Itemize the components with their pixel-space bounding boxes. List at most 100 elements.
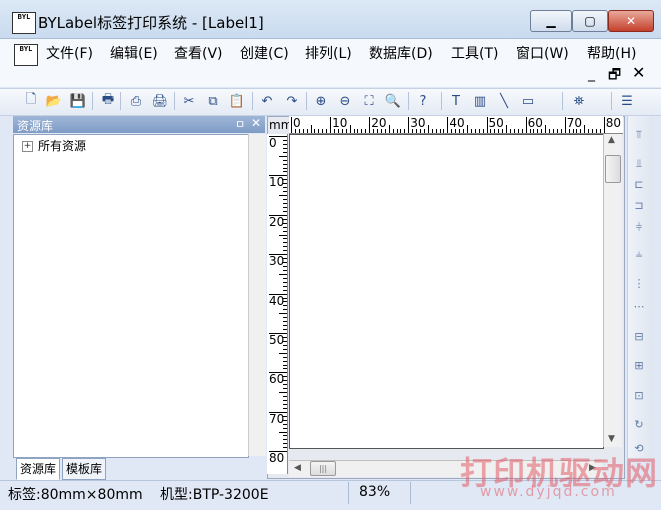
center-v-icon[interactable]: ⊟	[630, 328, 648, 346]
zoom-out-icon[interactable]: ⊖	[336, 92, 354, 110]
print-icon[interactable]: 🖶	[99, 92, 117, 110]
menu-create[interactable]: 创建(C)	[238, 43, 291, 63]
help-icon[interactable]: ?	[414, 92, 432, 110]
ruler-tick	[279, 234, 287, 236]
undo-icon[interactable]: ↶	[258, 92, 276, 110]
barcode-tool-icon[interactable]: ▥	[471, 92, 489, 110]
align-right-icon[interactable]: ⊐	[630, 197, 648, 215]
watermark-url: www.dyjqd.com	[480, 484, 617, 500]
close-button[interactable]: ✕	[608, 10, 654, 32]
ruler-tick	[439, 129, 441, 133]
rotate-icon[interactable]: ↻	[630, 416, 648, 434]
status-separator	[410, 482, 411, 504]
scroll-left-arrow-icon[interactable]: ◀	[294, 463, 301, 473]
rectangle-tool-icon[interactable]: ▭	[519, 92, 537, 110]
menu-help[interactable]: 帮助(H)	[585, 43, 638, 63]
ruler-tick	[556, 129, 558, 133]
align-center-icon[interactable]: ⫩	[630, 219, 648, 237]
ruler-tick	[506, 125, 508, 133]
ruler-tick	[525, 117, 527, 133]
align-middle-icon[interactable]: ⫫	[630, 155, 648, 173]
vertical-scroll-thumb[interactable]	[605, 155, 621, 183]
tree-expand-icon[interactable]: +	[22, 141, 33, 152]
cut-icon[interactable]: ✂	[180, 92, 198, 110]
document-minimize-button[interactable]: _	[588, 66, 595, 82]
ruler-tick	[283, 368, 287, 370]
zoom-in-icon[interactable]: ⊕	[312, 92, 330, 110]
pin-icon[interactable]: ㅁ	[235, 116, 245, 132]
tab-template-library[interactable]: 模板库	[62, 458, 107, 480]
minimize-button[interactable]: ▁	[530, 10, 572, 32]
distribute-v-icon[interactable]: ⋮	[630, 275, 648, 293]
resource-tree[interactable]: + 所有资源	[13, 134, 249, 458]
ruler-tick	[388, 125, 390, 133]
ruler-tick	[584, 125, 586, 133]
ruler-tick	[353, 129, 355, 133]
resource-panel-scrollbar[interactable]	[248, 134, 266, 456]
ruler-tick	[513, 129, 515, 133]
scroll-up-arrow-icon[interactable]: ▲	[608, 135, 615, 145]
group-icon[interactable]: ⊡	[630, 387, 648, 405]
menu-window[interactable]: 窗口(W)	[514, 43, 571, 63]
ruler-tick	[279, 313, 287, 315]
menu-view[interactable]: 查看(V)	[172, 43, 225, 63]
ruler-tick	[365, 129, 367, 133]
menu-edit[interactable]: 编辑(E)	[108, 43, 160, 63]
menu-tools[interactable]: 工具(T)	[449, 43, 500, 63]
center-h-icon[interactable]: ⊞	[630, 357, 648, 375]
document-icon[interactable]: BYL	[14, 44, 38, 66]
ruler-tick	[283, 403, 287, 405]
ruler-tick	[521, 129, 523, 133]
label-canvas[interactable]	[289, 134, 604, 449]
ruler-tick	[283, 269, 287, 271]
ruler-tick	[283, 348, 287, 350]
horizontal-scroll-thumb[interactable]: |||	[310, 461, 336, 476]
open-icon[interactable]: 📂	[45, 92, 63, 110]
ruler-tick	[283, 143, 287, 145]
tab-resource-library[interactable]: 资源库	[16, 458, 61, 480]
panel-close-icon[interactable]: ✕	[251, 116, 261, 130]
new-icon[interactable]: 🗋	[22, 92, 40, 110]
redo-icon[interactable]: ↷	[283, 92, 301, 110]
ruler-tick	[486, 117, 488, 133]
save-icon[interactable]: 💾	[69, 92, 87, 110]
status-printer-model: 机型:BTP-3200E	[160, 487, 269, 503]
copy-icon[interactable]: ⧉	[204, 92, 222, 110]
zoom-area-icon[interactable]: 🔍	[384, 92, 402, 110]
space-h-icon[interactable]: ⋯	[630, 298, 648, 316]
ruler-tick	[283, 163, 287, 165]
scroll-down-arrow-icon[interactable]: ▼	[608, 434, 615, 444]
ruler-tick	[435, 129, 437, 133]
ruler-label: 50	[269, 333, 285, 347]
ruler-tick	[283, 399, 287, 401]
tree-node-all-resources[interactable]: 所有资源	[38, 137, 86, 154]
align-top-icon[interactable]: ⫪	[630, 126, 648, 144]
ruler-tick	[283, 206, 287, 208]
ruler-tick	[349, 125, 351, 133]
distribute-h-icon[interactable]: ⫨	[630, 245, 648, 263]
status-zoom: 83%	[359, 484, 391, 500]
print-preview-icon[interactable]: ⎙	[127, 92, 145, 110]
menu-file[interactable]: 文件(F)	[44, 43, 95, 63]
ruler-tick	[302, 129, 304, 133]
line-tool-icon[interactable]: ╲	[495, 92, 513, 110]
grid-icon[interactable]: ☰	[618, 92, 636, 110]
find-icon[interactable]: ⛯	[570, 92, 588, 110]
ruler-tick	[431, 129, 433, 133]
menu-arrange[interactable]: 排列(L)	[303, 43, 354, 63]
document-close-button[interactable]: ✕	[632, 63, 645, 82]
ruler-tick	[283, 281, 287, 283]
paste-icon[interactable]: 📋	[228, 92, 246, 110]
maximize-button[interactable]: ▢	[572, 10, 608, 32]
ruler-tick	[283, 364, 287, 366]
align-left-icon[interactable]: ⊏	[630, 176, 648, 194]
ruler-tick	[326, 129, 328, 133]
ruler-label: 20	[371, 116, 387, 130]
ruler-tick	[283, 443, 287, 445]
printer-setup-icon[interactable]: 🖨	[151, 92, 169, 110]
zoom-fit-icon[interactable]: ⛶	[360, 92, 378, 110]
menu-database[interactable]: 数据库(D)	[367, 43, 435, 63]
status-label-size: 标签:80mm×80mm	[8, 487, 143, 503]
text-tool-icon[interactable]: T	[447, 92, 465, 110]
document-restore-button[interactable]: 🗗	[608, 64, 621, 88]
